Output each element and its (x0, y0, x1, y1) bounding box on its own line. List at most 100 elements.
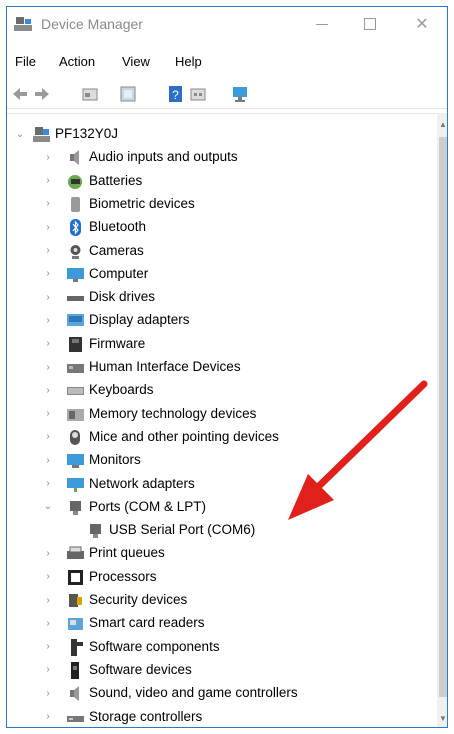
chevron-right-icon[interactable]: › (43, 546, 53, 560)
chevron-right-icon[interactable]: › (43, 174, 53, 188)
tree-category-firmware[interactable]: › Firmware (7, 333, 437, 356)
chevron-right-icon[interactable]: › (43, 150, 53, 164)
chevron-right-icon[interactable]: › (43, 360, 53, 374)
tree-category-sound-video-and-game-controllers[interactable]: › Sound, video and game controllers (7, 682, 437, 705)
tree-item-label: Network adapters (89, 475, 195, 491)
chevron-right-icon[interactable]: › (43, 616, 53, 630)
tree-item-label: Software devices (89, 661, 192, 677)
menu-help[interactable]: Help (175, 54, 202, 69)
close-button[interactable]: ✕ (399, 7, 445, 41)
chevron-right-icon[interactable]: › (43, 640, 53, 654)
tree-category-human-interface-devices[interactable]: › Human Interface Devices (7, 356, 437, 379)
chevron-right-icon[interactable]: › (43, 337, 53, 351)
window-title: Device Manager (41, 16, 143, 32)
chevron-right-icon[interactable]: › (43, 570, 53, 584)
tree-item-label: Smart card readers (89, 615, 205, 631)
chevron-right-icon[interactable]: › (43, 290, 53, 304)
firmware-icon (69, 336, 82, 352)
tree-category-print-queues[interactable]: › Print queues (7, 542, 437, 565)
chevron-right-icon[interactable]: › (43, 710, 53, 724)
tree-category-biometric-devices[interactable]: › Biometric devices (7, 193, 437, 216)
tree-item-label: Monitors (89, 452, 141, 468)
vertical-scrollbar[interactable]: ▲ ▼ (437, 113, 447, 727)
minimize-button[interactable] (299, 7, 345, 41)
chevron-right-icon[interactable]: › (43, 430, 53, 444)
tree-category-monitors[interactable]: › Monitors (7, 449, 437, 472)
tree-category-security-devices[interactable]: › Security devices (7, 589, 437, 612)
tree-item-label: Ports (COM & LPT) (89, 498, 207, 514)
menu-file[interactable]: File (15, 54, 36, 69)
tree-category-disk-drives[interactable]: › Disk drives (7, 286, 437, 309)
forward-icon[interactable] (33, 85, 51, 103)
chevron-right-icon[interactable]: › (43, 220, 53, 234)
update-driver-icon[interactable] (119, 85, 137, 103)
tree-category-network-adapters[interactable]: › Network adapters (7, 473, 437, 496)
tree-category-computer[interactable]: › Computer (7, 263, 437, 286)
display-adapter-icon (67, 314, 84, 327)
tree-category-smart-card-readers[interactable]: › Smart card readers (7, 612, 437, 635)
resources-icon[interactable] (189, 85, 207, 103)
tree-item-label: Human Interface Devices (89, 359, 241, 374)
tree-category-keyboards[interactable]: › Keyboards (7, 379, 437, 402)
menu-action[interactable]: Action (59, 54, 95, 69)
tree-item-label: Biometric devices (89, 195, 195, 211)
menu-view[interactable]: View (122, 54, 150, 69)
tree-category-processors[interactable]: › Processors (7, 566, 437, 589)
memory-icon (67, 408, 84, 421)
tree-item-label: Cameras (89, 242, 144, 258)
maximize-icon (364, 18, 376, 30)
tree-category-mice-and-other-pointing-devices[interactable]: › Mice and other pointing devices (7, 426, 437, 449)
tree-child-usb-serial-port-com6[interactable]: USB Serial Port (COM6) (7, 519, 437, 542)
close-icon: ✕ (415, 16, 429, 33)
properties-icon[interactable] (81, 85, 99, 103)
toolbar: ? (7, 79, 447, 109)
tree-category-bluetooth[interactable]: › Bluetooth (7, 216, 437, 239)
back-icon[interactable] (11, 85, 29, 103)
biometric-icon (71, 196, 80, 212)
chevron-down-icon[interactable]: ⌄ (15, 128, 25, 142)
software-device-icon (71, 661, 79, 679)
smart-card-icon (68, 618, 83, 631)
chevron-right-icon[interactable]: › (43, 477, 53, 491)
chevron-right-icon[interactable]: › (43, 593, 53, 607)
tree-category-memory-technology-devices[interactable]: › Memory technology devices (7, 403, 437, 426)
tree-root[interactable]: ⌄ PF132Y0J (7, 123, 437, 146)
tree-item-label: Audio inputs and outputs (89, 149, 238, 165)
chevron-right-icon[interactable]: › (43, 453, 53, 467)
title-bar[interactable]: Device Manager ✕ (7, 7, 447, 41)
help-icon[interactable]: ? (167, 85, 185, 103)
tree-item-label: Disk drives (89, 289, 156, 305)
tree-item-label: Computer (89, 265, 149, 281)
tree-category-display-adapters[interactable]: › Display adapters (7, 309, 437, 332)
tree-category-storage-controllers[interactable]: › Storage controllers (7, 706, 437, 728)
tree-category-software-components[interactable]: › Software components (7, 636, 437, 659)
scan-hardware-icon[interactable] (231, 85, 249, 103)
scroll-down-icon[interactable]: ▼ (437, 711, 447, 725)
sound-icon (70, 686, 79, 702)
tree-category-software-devices[interactable]: › Software devices (7, 659, 437, 682)
tree-item-label: USB Serial Port (COM6) (109, 522, 256, 538)
chevron-right-icon[interactable]: › (43, 267, 53, 281)
chevron-right-icon[interactable]: › (43, 383, 53, 397)
chevron-right-icon[interactable]: › (43, 244, 53, 258)
chevron-right-icon[interactable]: › (43, 407, 53, 421)
maximize-button[interactable] (347, 7, 393, 41)
device-manager-icon (14, 17, 32, 31)
tree-category-ports-com-lpt[interactable]: ⌄ Ports (COM & LPT) (7, 496, 437, 519)
tree-category-audio-inputs-and-outputs[interactable]: › Audio inputs and outputs (7, 146, 437, 169)
chevron-right-icon[interactable]: › (43, 663, 53, 677)
chevron-right-icon[interactable]: › (43, 197, 53, 211)
tree-category-batteries[interactable]: › Batteries (7, 170, 437, 193)
scroll-up-icon[interactable]: ▲ (437, 117, 447, 131)
chevron-down-icon[interactable]: ⌄ (43, 500, 53, 514)
security-icon (69, 594, 82, 607)
chevron-right-icon[interactable]: › (43, 686, 53, 700)
keyboard-icon (67, 387, 84, 396)
scroll-thumb[interactable] (439, 137, 447, 697)
network-adapter-icon (67, 477, 84, 492)
tree-item-label: Print queues (89, 545, 165, 561)
tree-item-label: Sound, video and game controllers (89, 685, 298, 701)
tree-category-cameras[interactable]: › Cameras (7, 240, 437, 263)
chevron-right-icon[interactable]: › (43, 313, 53, 327)
monitor-icon (67, 454, 84, 469)
